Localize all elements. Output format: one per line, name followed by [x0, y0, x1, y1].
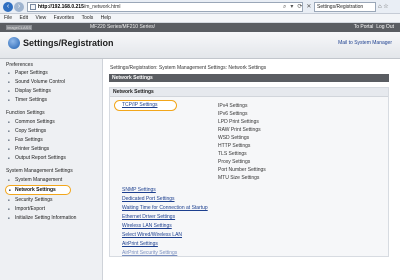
url-field[interactable]: http://192.168.0.215/m_network.html [27, 2, 303, 12]
tcpip-subitem: TLS Settings [218, 151, 247, 157]
browser-tab[interactable]: Settings/Registration [314, 2, 376, 12]
sidebar-item-fax-settings[interactable]: Fax Settings [8, 136, 43, 144]
sidebar-item-label: Network Settings [15, 187, 56, 193]
brand-logo: imageCLASS [6, 25, 32, 30]
tcpip-subitem: IPv6 Settings [218, 111, 248, 117]
sidebar-section-system-management: System Management Settings [6, 168, 73, 174]
dedicated-port-settings-link[interactable]: Dedicated Port Settings [122, 195, 175, 203]
tcpip-settings-link[interactable]: TCP/IP Settings [114, 100, 177, 111]
menu-file[interactable]: File [4, 15, 12, 21]
title-bar: Settings/Registration Mail to System Man… [0, 32, 400, 59]
page-title: Settings/Registration [23, 38, 114, 48]
tcpip-subitem: WSD Settings [218, 135, 250, 141]
tab-label: Settings/Registration [317, 4, 364, 10]
sidebar-item-display-settings[interactable]: Display Settings [8, 87, 51, 95]
waiting-time-link[interactable]: Waiting Time for Connection at Startup [122, 204, 208, 212]
settings-globe-icon [8, 37, 20, 49]
tcpip-subitem: Proxy Settings [218, 159, 251, 165]
tcpip-subitem: LPD Print Settings [218, 119, 259, 125]
menu-view[interactable]: View [35, 15, 46, 21]
sidebar-item-output-report[interactable]: Output Report Settings [8, 154, 66, 162]
tcpip-subitem: HTTP Settings [218, 143, 251, 149]
bullet-icon: ■ [9, 188, 11, 192]
sidebar-item-system-management[interactable]: System Management [8, 176, 62, 184]
sidebar-item-common-settings[interactable]: Common Settings [8, 118, 55, 126]
browser-address-bar: ‹ › http://192.168.0.215/m_network.html … [0, 0, 400, 14]
sidebar-item-network-settings[interactable]: ■ Network Settings [5, 185, 71, 195]
sidebar-item-paper-settings[interactable]: Paper Settings [8, 69, 48, 77]
sidebar: Preferences Paper Settings Sound Volume … [0, 59, 103, 280]
ethernet-driver-settings-link[interactable]: Ethernet Driver Settings [122, 213, 175, 221]
network-settings-panel: Network Settings TCP/IP Settings IPv4 Se… [109, 87, 389, 257]
refresh-icon[interactable]: ⟳ [297, 4, 302, 10]
mail-to-manager-link[interactable]: Mail to System Manager [338, 38, 392, 48]
browser-menu-bar: File Edit View Favorites Tools Help [0, 14, 400, 23]
main-content: Settings/Registration: System Management… [104, 59, 400, 280]
menu-favorites[interactable]: Favorites [54, 15, 75, 21]
stop-icon[interactable]: ✕ [306, 4, 311, 10]
sidebar-item-security-settings[interactable]: Security Settings [8, 196, 52, 204]
dropdown-icon[interactable]: ▾ [290, 4, 293, 10]
menu-tools[interactable]: Tools [82, 15, 94, 21]
logout-link[interactable]: Log Out [376, 24, 394, 30]
menu-edit[interactable]: Edit [19, 15, 28, 21]
top-links: To Portal Log Out [354, 23, 394, 32]
airprint-settings-link[interactable]: AirPrint Settings [122, 240, 158, 248]
menu-help[interactable]: Help [101, 15, 111, 21]
tcpip-subitem: Port Number Settings [218, 167, 266, 173]
sidebar-item-timer-settings[interactable]: Timer Settings [8, 96, 47, 104]
window-icons: ⌂ ☆ [378, 2, 389, 12]
address-icons: ⌕ ▾ ⟳ ✕ [279, 2, 311, 12]
favorites-star-icon[interactable]: ☆ [383, 4, 388, 10]
sidebar-item-initialize[interactable]: Initialize Setting Information [8, 214, 76, 222]
page-icon [30, 4, 36, 10]
tcpip-subitem: MTU Size Settings [218, 175, 260, 181]
model-name: MF220 Series/MF210 Series/ [90, 24, 156, 30]
airprint-security-settings-link[interactable]: AirPrint Security Settings [122, 249, 177, 257]
snmp-settings-link[interactable]: SNMP Settings [122, 186, 156, 194]
device-header: imageCLASS MF220 Series/MF210 Series/ To… [0, 23, 400, 32]
forward-arrow-icon[interactable]: › [14, 2, 24, 12]
section-title: Network Settings [109, 74, 389, 82]
search-icon[interactable]: ⌕ [283, 4, 286, 10]
panel-title: Network Settings [110, 88, 388, 97]
tcpip-subitem: RAW Print Settings [218, 127, 261, 133]
breadcrumb: Settings/Registration: System Management… [110, 65, 267, 71]
home-icon[interactable]: ⌂ [378, 4, 382, 10]
sidebar-item-sound-volume[interactable]: Sound Volume Control [8, 78, 65, 86]
sidebar-section-function-settings: Function Settings [6, 110, 45, 116]
sidebar-item-import-export[interactable]: Import/Export [8, 205, 45, 213]
wireless-lan-settings-link[interactable]: Wireless LAN Settings [122, 222, 172, 230]
to-portal-link[interactable]: To Portal [354, 24, 374, 30]
sidebar-item-printer-settings[interactable]: Printer Settings [8, 145, 49, 153]
url-path: /m_network.html [83, 4, 121, 10]
url-host: http://192.168.0.215 [38, 4, 84, 10]
tcpip-subitem: IPv4 Settings [218, 103, 248, 109]
select-wired-wireless-link[interactable]: Select Wired/Wireless LAN [122, 231, 182, 239]
sidebar-item-copy-settings[interactable]: Copy Settings [8, 127, 46, 135]
sidebar-section-preferences: Preferences [6, 62, 33, 68]
back-arrow-icon[interactable]: ‹ [3, 2, 13, 12]
